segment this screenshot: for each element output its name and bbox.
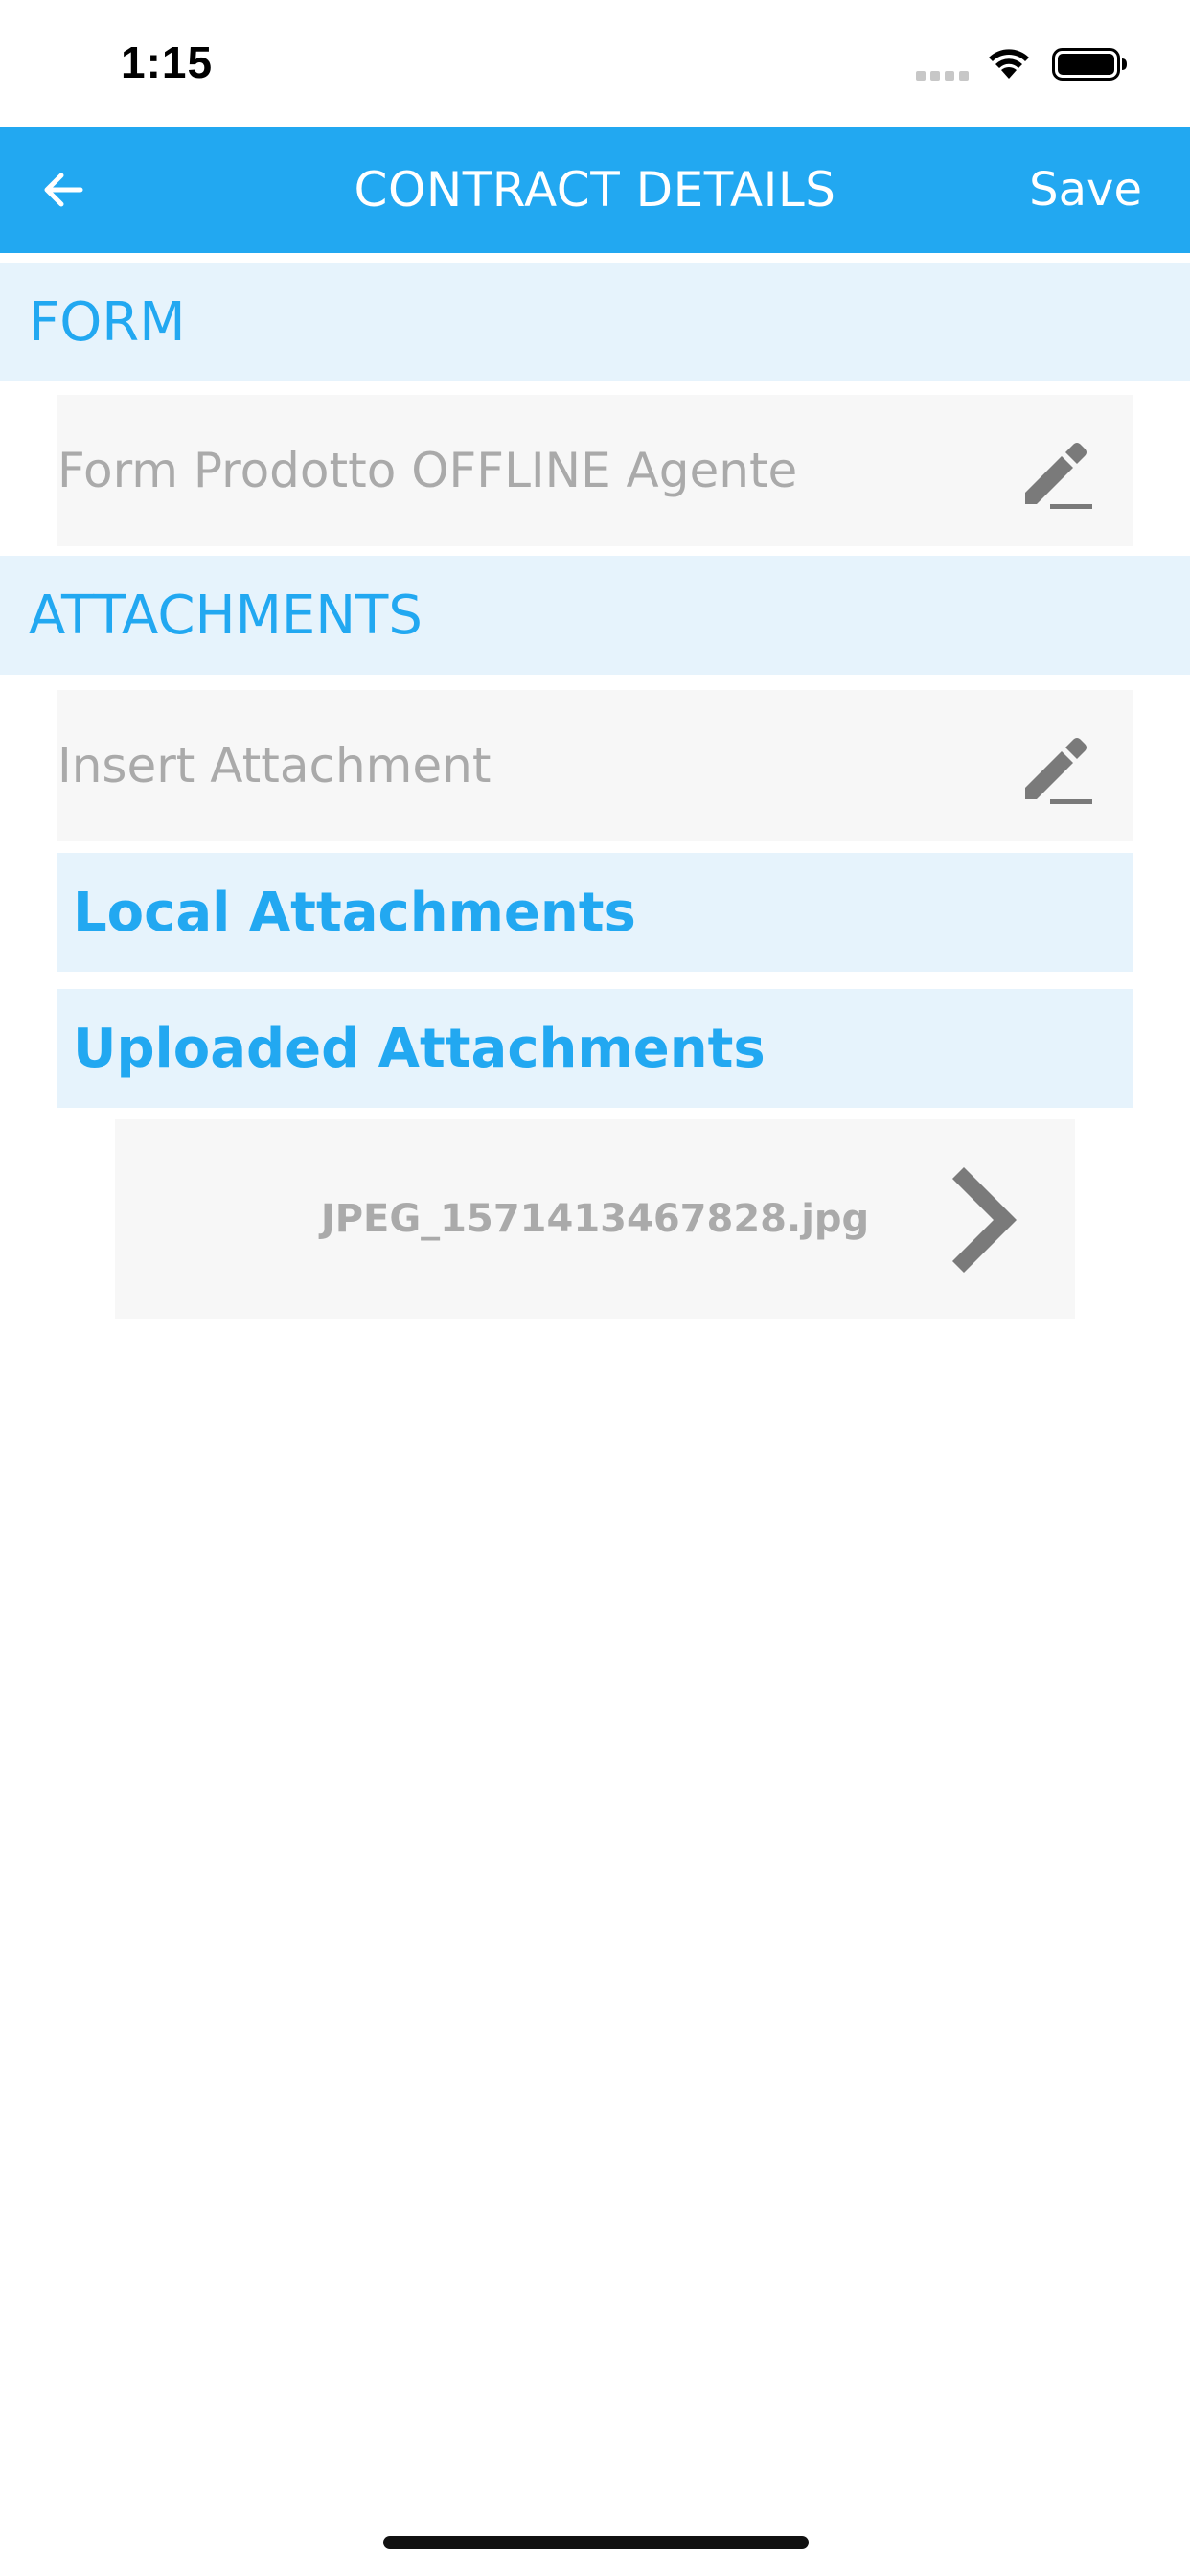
- insert-attachment-row[interactable]: Insert Attachment: [57, 690, 1133, 841]
- battery-icon: [1052, 48, 1127, 80]
- local-attachments-title: Local Attachments: [73, 881, 636, 944]
- back-button[interactable]: [21, 148, 105, 232]
- chevron-right-icon[interactable]: [935, 1167, 1031, 1273]
- app-bar: CONTRACT DETAILS Save: [0, 126, 1190, 253]
- insert-attachment-label: Insert Attachment: [57, 738, 492, 794]
- home-indicator: [383, 2536, 809, 2549]
- wifi-icon: [989, 49, 1029, 79]
- pencil-icon[interactable]: [1019, 433, 1096, 510]
- local-attachments-header[interactable]: Local Attachments: [57, 853, 1133, 972]
- form-field-label: Form Prodotto OFFLINE Agente: [57, 443, 798, 498]
- uploaded-attachments-header[interactable]: Uploaded Attachments: [57, 989, 1133, 1108]
- section-header-form: FORM: [0, 263, 1190, 381]
- status-time: 1:15: [121, 37, 214, 87]
- status-bar: 1:15: [0, 0, 1190, 126]
- uploaded-file-item[interactable]: JPEG_1571413467828.jpg: [115, 1119, 1075, 1319]
- uploaded-attachments-title: Uploaded Attachments: [73, 1017, 766, 1080]
- section-header-attachments: ATTACHMENTS: [0, 556, 1190, 675]
- page-title: CONTRACT DETAILS: [354, 162, 836, 218]
- pencil-icon[interactable]: [1019, 728, 1096, 805]
- section-title-attachments: ATTACHMENTS: [29, 584, 423, 647]
- save-button[interactable]: Save: [1029, 126, 1142, 253]
- uploaded-file-name: JPEG_1571413467828.jpg: [320, 1197, 870, 1241]
- arrow-left-icon: [44, 172, 83, 207]
- form-field-row[interactable]: Form Prodotto OFFLINE Agente: [57, 395, 1133, 546]
- cellular-signal-icon: [916, 71, 969, 80]
- section-title-form: FORM: [29, 290, 186, 354]
